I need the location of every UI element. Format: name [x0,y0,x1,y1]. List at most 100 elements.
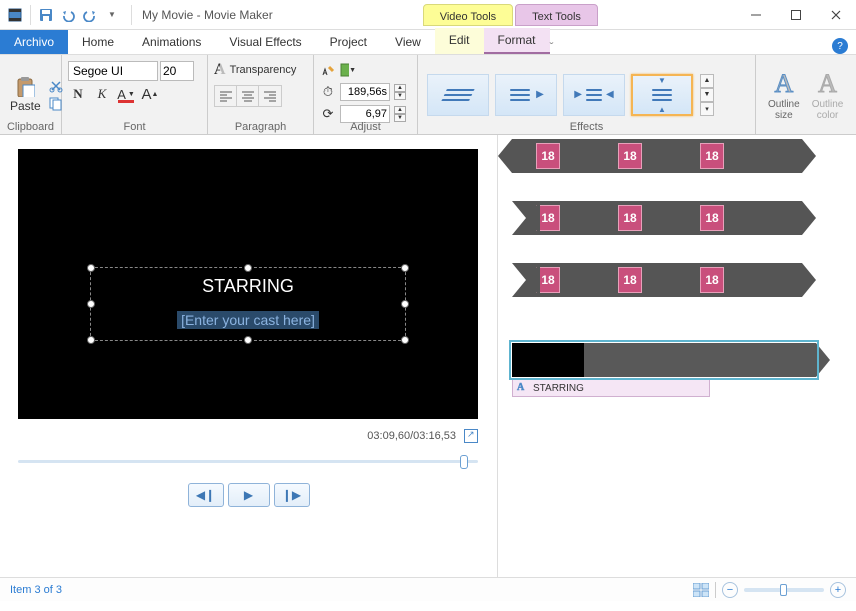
playback-time: 03:09,60/03:16,53 [367,430,456,442]
rating-badge: 18 [700,205,724,231]
text-background-icon[interactable]: ▼ [340,62,356,78]
app-icon[interactable] [7,7,23,23]
contextual-tab-video[interactable]: Video Tools [423,4,513,26]
resize-handle-nw[interactable] [87,264,95,272]
font-color-button[interactable]: A▼ [116,85,136,103]
outline-color-button[interactable]: A Outline color [806,67,850,123]
zoom-thumb[interactable] [780,584,787,596]
group-font-label: Font [62,121,207,133]
tab-home[interactable]: Home [68,30,128,54]
tab-edit[interactable]: Edit [435,28,484,54]
next-frame-button[interactable]: ❙▶ [274,483,310,507]
play-button[interactable]: ▶ [228,483,270,507]
resize-handle-w[interactable] [87,300,95,308]
group-paragraph-label: Paragraph [208,121,313,133]
title-text: STARRING [91,276,405,297]
preview-pane: STARRING [Enter your cast here] 03:09,60… [0,135,497,577]
tab-file[interactable]: Archivo [0,30,68,54]
undo-icon[interactable] [60,7,76,23]
contextual-tab-text[interactable]: Text Tools [515,4,598,26]
maximize-button[interactable] [776,1,816,29]
dur-up[interactable]: ▲ [394,106,406,114]
paste-button[interactable]: Paste [6,75,45,115]
qat-dropdown-icon[interactable]: ▼ [104,7,120,23]
zoom-out-button[interactable]: − [722,582,738,598]
resize-handle-ne[interactable] [401,264,409,272]
start-up[interactable]: ▲ [394,84,406,92]
timeline-title-clip[interactable] [512,343,816,377]
view-thumbnails-button[interactable] [693,583,709,597]
zoom-slider[interactable] [744,588,824,592]
seek-thumb[interactable] [460,455,468,469]
italic-button[interactable]: K [92,85,112,103]
group-effects-label: Effects [418,121,755,133]
cut-icon[interactable] [49,79,63,93]
effect-3[interactable]: ▶◀ [563,74,625,116]
start-time-input[interactable] [340,83,390,101]
rating-badge: 18 [618,205,642,231]
tab-format[interactable]: Format [484,28,550,54]
save-icon[interactable] [38,7,54,23]
effect-1[interactable] [427,74,489,116]
tab-project[interactable]: Project [316,30,381,54]
ribbon: Paste Clipboard N K A▼ A▲ Font [0,55,856,135]
outline-size-button[interactable]: A Outline size [762,67,806,123]
minimize-button[interactable] [736,1,776,29]
paste-label: Paste [10,99,41,113]
edit-text-icon[interactable] [320,62,336,78]
title-textbox[interactable]: STARRING [Enter your cast here] [90,267,406,341]
resize-handle-sw[interactable] [87,336,95,344]
effect-2[interactable]: ▶ [495,74,557,116]
align-left-button[interactable] [215,86,237,106]
effects-gallery-button[interactable]: ▾ [700,102,714,116]
tab-visual-effects[interactable]: Visual Effects [215,30,315,54]
timeline-clip-2[interactable]: 18 18 18 [512,201,802,235]
resize-handle-se[interactable] [401,336,409,344]
copy-icon[interactable] [49,97,63,111]
timeline-pane[interactable]: 18 18 18 18 18 18 18 18 18 [497,135,856,577]
prev-frame-button[interactable]: ◀❙ [188,483,224,507]
effect-4[interactable]: ▼▲ [631,74,693,116]
tab-animations[interactable]: Animations [128,30,215,54]
transparency-icon: A [214,61,226,79]
caption-track[interactable]: A STARRING [512,379,710,397]
rating-badge: 18 [536,267,560,293]
resize-handle-n[interactable] [244,264,252,272]
bold-button[interactable]: N [68,85,88,103]
resize-handle-e[interactable] [401,300,409,308]
zoom-in-button[interactable]: + [830,582,846,598]
tab-view[interactable]: View [381,30,435,54]
redo-icon[interactable] [82,7,98,23]
group-adjust-label: Adjust [314,121,417,133]
timeline-clip-1[interactable]: 18 18 18 [512,139,802,173]
quick-access-toolbar: ▼ [0,5,127,25]
close-button[interactable] [816,1,856,29]
effects-scroll-down[interactable]: ▼ [700,88,714,102]
ribbon-minimize-icon[interactable]: ˇ [550,40,554,54]
rating-badge: 18 [536,205,560,231]
rating-badge: 18 [700,143,724,169]
duration-icon: ⟳ [320,106,336,122]
resize-handle-s[interactable] [244,336,252,344]
seek-bar[interactable] [18,449,478,473]
titlebar: ▼ My Movie - Movie Maker Video Tools Tex… [0,0,856,30]
title-placeholder[interactable]: [Enter your cast here] [177,311,319,329]
video-preview[interactable]: STARRING [Enter your cast here] [18,149,478,419]
rating-badge: 18 [536,143,560,169]
align-right-button[interactable] [259,86,281,106]
grow-font-button[interactable]: A▲ [140,85,160,103]
help-icon[interactable]: ? [832,38,848,54]
statusbar: Item 3 of 3 − + [0,577,856,601]
start-down[interactable]: ▼ [394,92,406,100]
window-title: My Movie - Movie Maker [142,8,273,22]
font-family-select[interactable] [68,61,158,81]
fullscreen-button[interactable] [464,429,478,443]
font-size-select[interactable] [160,61,194,81]
timeline-clip-3[interactable]: 18 18 18 [512,263,802,297]
start-time-icon: ⏱ [320,84,336,100]
align-center-button[interactable] [237,86,259,106]
caption-label: STARRING [533,383,584,394]
effects-scroll-up[interactable]: ▲ [700,74,714,88]
transparency-button[interactable]: Transparency [230,64,297,76]
rating-badge: 18 [700,267,724,293]
